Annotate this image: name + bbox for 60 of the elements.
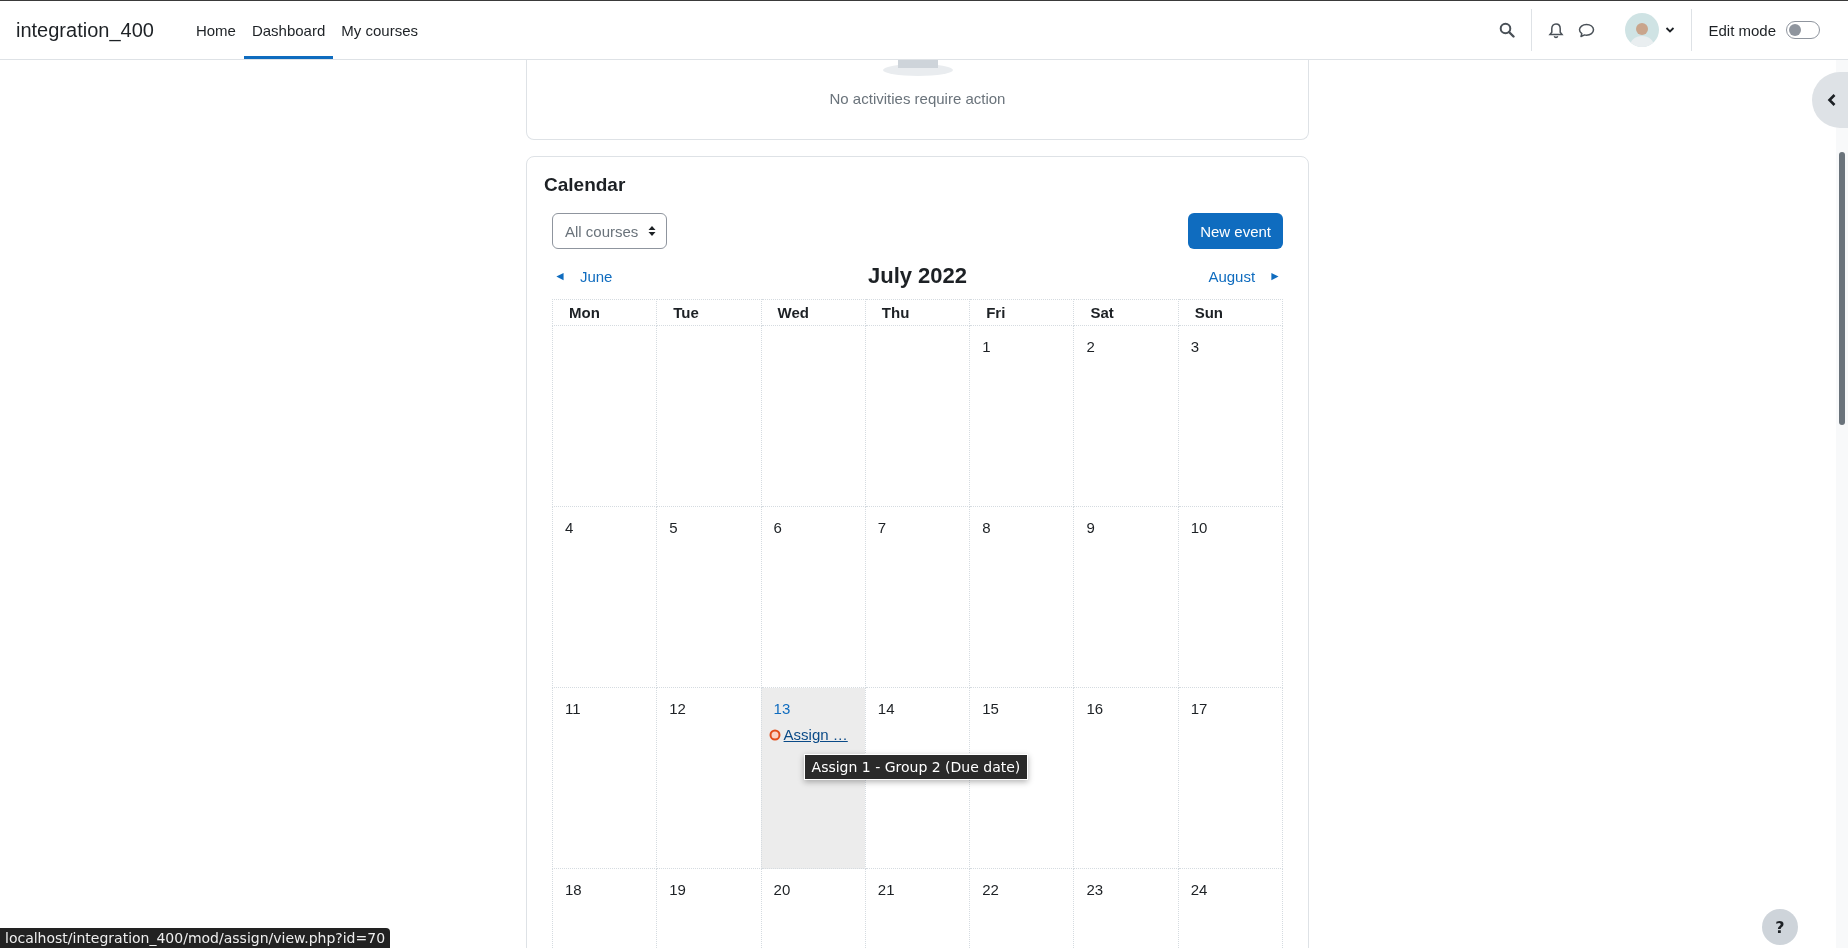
month-title: July 2022 [867,263,968,289]
chevron-left-icon [1827,93,1837,107]
empty-message: No activities require action [829,90,1006,107]
sort-arrows-icon [648,225,657,237]
day-number[interactable]: 6 [773,519,782,536]
next-arrow[interactable]: ► [1269,269,1281,283]
event-link[interactable]: Assign … [783,726,848,743]
day-number[interactable]: 22 [982,881,999,898]
drawer-toggle-button[interactable] [1812,72,1848,128]
calendar-title: Calendar [544,174,627,196]
day-number[interactable]: 10 [1190,519,1208,536]
day-number[interactable]: 13 [773,700,791,717]
day-number[interactable]: 3 [1190,338,1200,355]
previous-arrow[interactable]: ◄ [554,269,566,283]
day-number[interactable]: 24 [1190,881,1208,898]
day-number[interactable]: 17 [1190,700,1208,717]
course-select[interactable]: All courses [552,213,668,249]
weekday-header: Tue [656,299,762,326]
weekday-header: Sun [1178,299,1283,326]
empty-state-illustration [882,60,953,76]
scrollbar-thumb[interactable] [1839,152,1845,425]
day-number[interactable]: 2 [1086,338,1095,355]
weekday-header: Wed [761,299,866,326]
day-number[interactable]: 16 [1086,700,1104,717]
day-number[interactable]: 23 [1086,881,1104,898]
nav-link[interactable]: Dashboard [243,1,334,59]
site-name[interactable]: integration_400 [16,18,154,42]
weekday-header: Thu [865,299,970,326]
edit-mode-toggle[interactable] [1786,21,1820,39]
edit-mode-label: Edit mode [1708,21,1776,39]
day-number[interactable]: 8 [982,519,991,536]
help-button[interactable]: ? [1762,909,1798,945]
weekday-header: Sat [1073,299,1179,326]
day-number[interactable]: 21 [877,881,895,898]
day-number[interactable]: 14 [877,700,895,717]
day-number[interactable]: 20 [773,881,791,898]
day-number[interactable]: 11 [565,700,581,717]
search-icon[interactable] [1499,22,1516,38]
bell-icon[interactable] [1548,21,1565,39]
day-number[interactable]: 12 [669,700,686,717]
nav-link[interactable]: Home [187,1,244,59]
caret-icon[interactable] [1665,26,1676,34]
day-number[interactable]: 1 [982,338,991,355]
day-number[interactable]: 19 [669,881,686,898]
event-status-icon [768,728,781,741]
nav-link[interactable]: My courses [333,1,426,59]
event-tooltip: Assign 1 - Group 2 (Due date) [803,754,1029,780]
new-event-button[interactable]: New event [1188,213,1283,249]
link-url-status: localhost/integration_400/mod/assign/view.php?id=70 [0,928,391,948]
day-number[interactable]: 9 [1086,519,1095,536]
day-number[interactable]: 7 [877,519,887,536]
day-number[interactable]: 15 [982,700,999,717]
previous-month-link[interactable]: June [579,267,613,285]
chat-bubble-icon[interactable] [1578,22,1596,38]
day-number[interactable]: 18 [565,881,582,898]
day-number[interactable]: 5 [669,519,678,536]
weekday-header: Mon [552,299,657,326]
day-number[interactable]: 4 [565,519,574,536]
next-month-link[interactable]: August [1208,267,1256,285]
weekday-header: Fri [969,299,1074,326]
